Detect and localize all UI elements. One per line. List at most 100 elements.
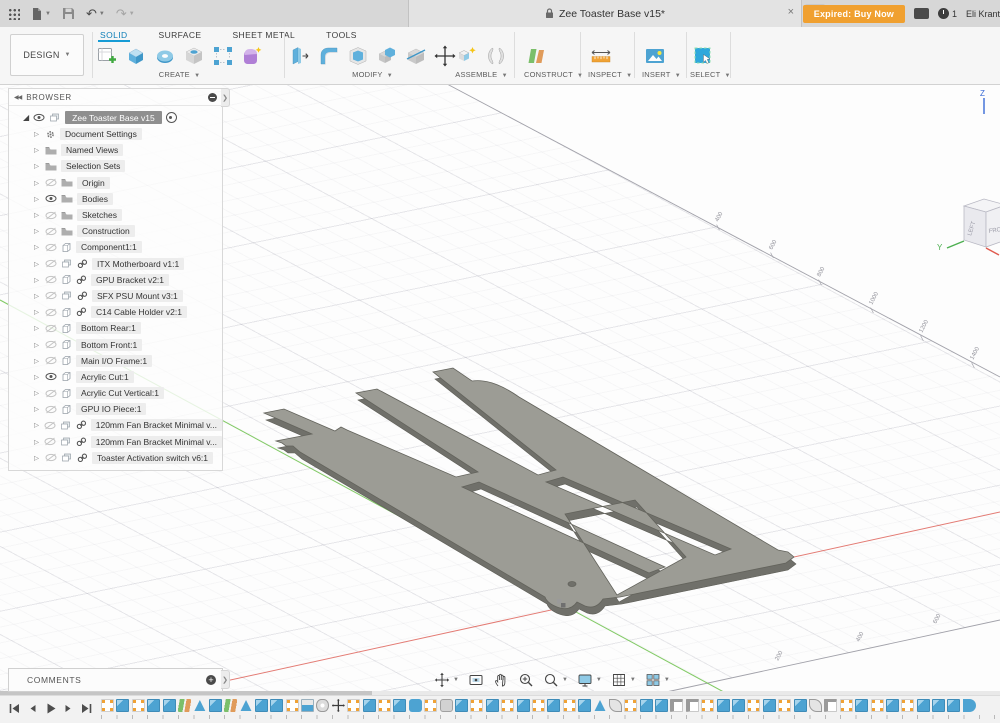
timeline-feature-sketch[interactable] [871,699,884,712]
joint-button[interactable] [483,43,509,69]
browser-item-label[interactable]: 120mm Fan Bracket Minimal v... [91,419,222,431]
measure-button[interactable] [588,43,614,69]
timeline-feature-extrude[interactable] [393,699,406,712]
expand-arrow-icon[interactable]: ▷ [34,211,41,219]
timeline-feature-sketch[interactable] [778,699,791,712]
timeline-feature-sketch[interactable] [532,699,545,712]
expand-arrow-icon[interactable]: ▷ [34,341,41,349]
comments-panel-handle[interactable]: ❯ [221,670,230,689]
zoom-button[interactable] [516,671,536,689]
visibility-eye-icon[interactable] [45,356,57,365]
timeline-feature-extrude[interactable] [270,699,283,712]
activate-component-radio[interactable] [166,112,177,123]
visibility-eye-icon[interactable] [45,308,57,317]
visibility-eye-icon[interactable] [45,405,57,414]
browser-item-label[interactable]: Toaster Activation switch v6:1 [92,452,213,464]
timeline-skip-start-button[interactable] [8,702,21,720]
browser-item-label[interactable]: Acrylic Cut Vertical:1 [76,387,164,399]
timeline-skip-end-button[interactable] [80,702,93,720]
expand-arrow-icon[interactable]: ▷ [34,421,40,429]
timeline-step-back-button[interactable] [26,702,39,720]
browser-item-label[interactable]: Sketches [77,209,122,221]
browser-item-bottom-front-1[interactable]: ▷Bottom Front:1 [9,336,222,352]
timeline-feature-sketch[interactable] [501,699,514,712]
browser-item-label[interactable]: C14 Cable Holder v2:1 [91,306,187,318]
browser-item-toaster-activation-switch-v6-1[interactable]: ▷ Toaster Activation switch v6:1 [9,450,222,466]
grid-settings-button[interactable]: ▼ [609,671,638,689]
browser-item-document-settings[interactable]: ▷ Document Settings [9,126,222,142]
visibility-eye-icon[interactable] [45,389,57,398]
timeline-feature-sketch[interactable] [286,699,299,712]
expand-arrow-icon[interactable]: ▷ [34,179,41,187]
timeline-feature-joint[interactable] [316,699,329,712]
timeline-feature-extrude[interactable] [917,699,930,712]
fillet-button[interactable] [316,43,342,69]
timeline-feature-sketch[interactable] [378,699,391,712]
browser-item-label[interactable]: 120mm Fan Bracket Minimal v... [91,436,222,448]
create-sketch-button[interactable] [94,43,120,69]
comments-panel[interactable]: COMMENTS + [8,668,223,692]
expand-arrow-icon[interactable]: ▷ [34,162,41,170]
visibility-eye-icon[interactable] [45,340,57,349]
expand-arrow-icon[interactable]: ▷ [34,130,41,138]
timeline-feature-plane[interactable] [224,699,237,712]
extrude-button[interactable] [123,43,149,69]
timeline-feature-move[interactable] [332,699,345,712]
timeline-feature-extrude[interactable] [255,699,268,712]
timeline-feature-loft[interactable] [193,699,206,712]
expand-arrow-icon[interactable]: ▷ [34,308,41,316]
visibility-eye-icon[interactable] [45,275,57,284]
expand-arrow-icon[interactable]: ▷ [34,373,41,381]
visibility-eye-icon[interactable] [45,243,57,252]
tab-surface[interactable]: SURFACE [157,28,204,42]
browser-item-label[interactable]: Document Settings [60,128,142,140]
user-account-button[interactable]: Eli Krantz [966,9,1000,19]
create-form-button[interactable] [239,43,265,69]
document-tab[interactable]: Zee Toaster Base v15* × [408,0,802,27]
timeline-feature-revolve[interactable] [963,699,976,712]
window-zoom-button[interactable]: ▼ [541,671,570,689]
new-component-button[interactable] [454,43,480,69]
browser-item-label[interactable]: Construction [77,225,135,237]
timeline-feature-extrude[interactable] [655,699,668,712]
visibility-eye-icon[interactable] [45,453,57,462]
timeline-feature-loft[interactable] [240,699,253,712]
timeline-feature-flag[interactable] [824,699,837,712]
visibility-eye-icon[interactable] [45,227,57,236]
timeline-feature-extrude[interactable] [732,699,745,712]
visibility-eye-icon[interactable] [45,178,57,187]
group-label-insert[interactable]: INSERT ▼ [642,70,681,79]
tab-solid[interactable]: SOLID [98,28,130,42]
expand-arrow-icon[interactable]: ▷ [34,227,41,235]
close-tab-button[interactable]: × [788,6,794,18]
expand-arrow-icon[interactable]: ▷ [34,276,41,284]
display-settings-button[interactable]: ▼ [575,671,604,689]
timeline-feature-extrude[interactable] [932,699,945,712]
timeline-feature-mirror[interactable] [609,699,622,712]
workspace-switcher[interactable]: DESIGN ▼ [10,34,84,76]
group-label-construct[interactable]: CONSTRUCT ▼ [524,70,583,79]
visibility-eye-icon[interactable] [45,259,57,268]
undo-button[interactable]: ↶▼ [86,6,105,22]
browser-item-sfx-psu-mount-v3-1[interactable]: ▷SFX PSU Mount v3:1 [9,288,222,304]
timeline-feature-extrude[interactable] [547,699,560,712]
group-label-select[interactable]: SELECT ▼ [690,70,731,79]
browser-item-gpu-io-piece-1[interactable]: ▷GPU IO Piece:1 [9,401,222,417]
timeline-feature-shell[interactable] [301,699,314,712]
model-acrylic-cut-body[interactable] [264,368,796,616]
browser-item-selection-sets[interactable]: ▷Selection Sets [9,158,222,174]
browser-item-label[interactable]: GPU Bracket v2:1 [91,274,169,286]
visibility-eye-icon[interactable] [45,291,57,300]
shell-button[interactable] [345,43,371,69]
browser-item-bottom-rear-1[interactable]: ▷Bottom Rear:1 [9,320,222,336]
timeline-feature-extrude[interactable] [717,699,730,712]
timeline-play-button[interactable] [44,702,57,720]
timeline-feature-loft[interactable] [594,699,607,712]
timeline-feature-plane[interactable] [178,699,191,712]
press-pull-button[interactable] [287,43,313,69]
notifications-button[interactable]: 1 [938,8,957,19]
expand-arrow-icon[interactable]: ▷ [34,195,41,203]
expand-arrow-icon[interactable]: ▷ [34,454,41,462]
hole-button[interactable] [181,43,207,69]
browser-item-120mm-fan-bracket-minimal-v[interactable]: ▷120mm Fan Bracket Minimal v... [9,434,222,450]
